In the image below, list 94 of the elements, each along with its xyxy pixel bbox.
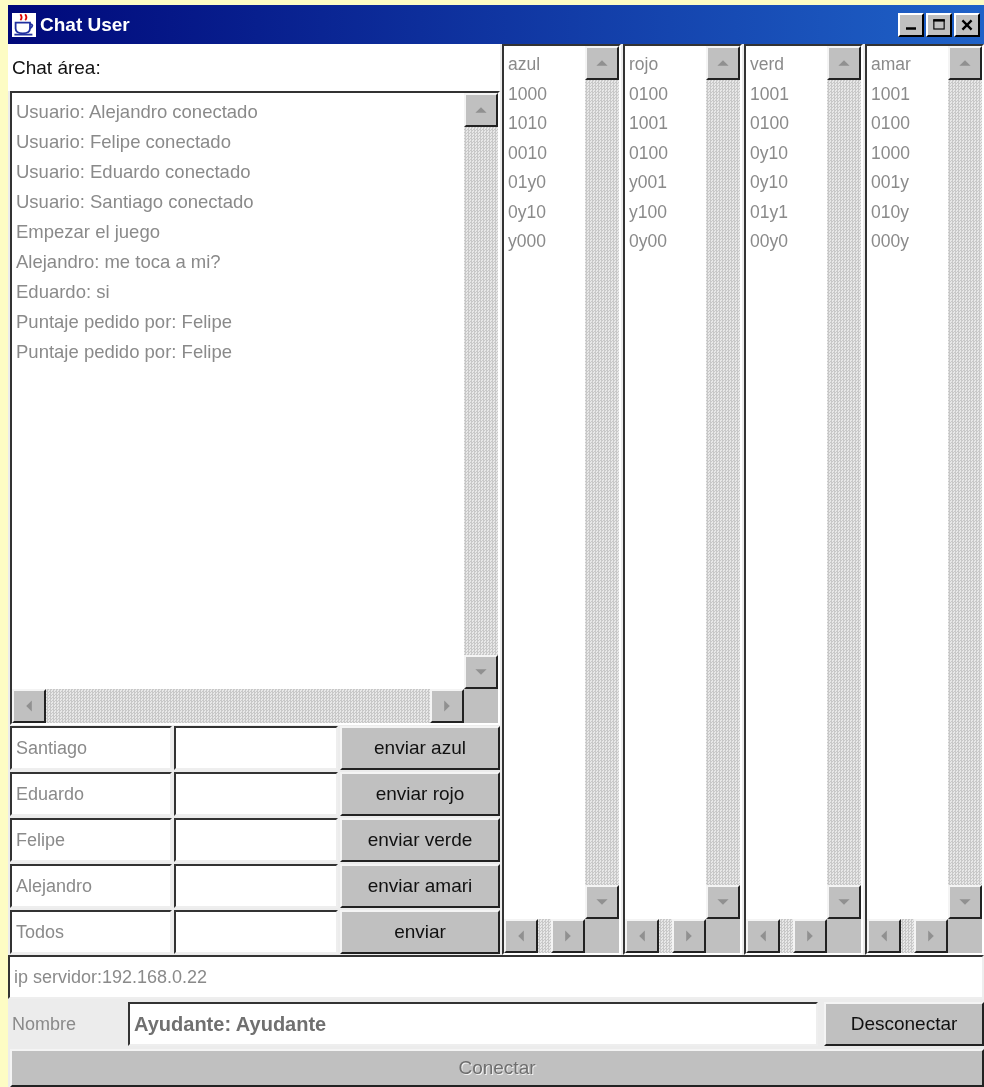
scroll-left-button[interactable] bbox=[867, 919, 901, 953]
chat-message: Eduardo: si bbox=[16, 280, 111, 304]
list-value: y100 bbox=[629, 200, 668, 224]
name-label: Nombre bbox=[12, 1013, 78, 1035]
scroll-up-button[interactable] bbox=[948, 46, 982, 80]
chat-area-label: Chat área: bbox=[12, 56, 101, 79]
message-input[interactable] bbox=[174, 864, 338, 908]
list-header: azul bbox=[508, 53, 542, 76]
player-name-field[interactable]: Felipe bbox=[10, 818, 172, 862]
list-value: 0010 bbox=[508, 141, 548, 165]
list-value: 000y bbox=[871, 230, 910, 253]
maximize-button[interactable] bbox=[926, 12, 952, 37]
list-value: 01y0 bbox=[508, 171, 547, 194]
maximize-icon bbox=[931, 17, 947, 32]
scroll-down-button[interactable] bbox=[948, 885, 982, 919]
list-value: 1010 bbox=[508, 112, 548, 135]
chat-message: Usuario: Eduardo conectado bbox=[16, 160, 252, 184]
player-name-field[interactable]: Santiago bbox=[10, 726, 172, 770]
scrollbar-track[interactable] bbox=[901, 919, 914, 953]
send-button[interactable]: enviar verde bbox=[340, 818, 500, 862]
scroll-left-button[interactable] bbox=[625, 919, 659, 953]
list-value: 1000 bbox=[508, 82, 548, 106]
list-value: 01y1 bbox=[750, 200, 789, 224]
send-button[interactable]: enviar amari bbox=[340, 864, 500, 908]
list-value: 0y10 bbox=[750, 171, 789, 194]
message-input[interactable] bbox=[174, 910, 338, 954]
disconnect-button[interactable]: Desconectar bbox=[824, 1002, 984, 1046]
scroll-up-button[interactable] bbox=[706, 46, 740, 80]
scroll-up-button[interactable] bbox=[585, 46, 619, 80]
scrollbar-corner bbox=[706, 919, 740, 953]
list-value: 1001 bbox=[629, 112, 669, 135]
chat-message: Usuario: Santiago conectado bbox=[16, 190, 255, 214]
list-value: 0y00 bbox=[629, 230, 668, 253]
scrollbar-track[interactable] bbox=[538, 919, 551, 953]
list-value: 010y bbox=[871, 200, 910, 224]
name-field[interactable]: Ayudante: Ayudante bbox=[128, 1002, 818, 1046]
send-button[interactable]: enviar bbox=[340, 910, 500, 954]
list-header: verd bbox=[750, 53, 786, 76]
close-button[interactable] bbox=[954, 12, 980, 37]
list-value: 001y bbox=[871, 171, 910, 194]
list-value: y000 bbox=[508, 230, 547, 253]
scroll-down-button[interactable] bbox=[827, 885, 861, 919]
scroll-up-button[interactable] bbox=[464, 93, 498, 127]
list-value: 0100 bbox=[871, 112, 911, 135]
list-header: amar bbox=[871, 53, 912, 76]
list-value: 0100 bbox=[629, 141, 669, 165]
scroll-right-button[interactable] bbox=[793, 919, 827, 953]
scroll-down-button[interactable] bbox=[706, 885, 740, 919]
list-value: 1001 bbox=[871, 82, 911, 106]
message-input[interactable] bbox=[174, 726, 338, 770]
scroll-down-button[interactable] bbox=[464, 655, 498, 689]
scroll-left-button[interactable] bbox=[504, 919, 538, 953]
list-value: 0100 bbox=[629, 82, 669, 106]
player-name-field[interactable]: Eduardo bbox=[10, 772, 172, 816]
list-value: 1001 bbox=[750, 82, 790, 106]
list-value: 0100 bbox=[750, 112, 790, 135]
chat-message: Empezar el juego bbox=[16, 220, 161, 244]
message-input[interactable] bbox=[174, 818, 338, 862]
scroll-left-button[interactable] bbox=[746, 919, 780, 953]
send-button[interactable]: enviar rojo bbox=[340, 772, 500, 816]
server-ip-field[interactable]: ip servidor:192.168.0.22 bbox=[8, 955, 984, 999]
scrollbar-corner bbox=[948, 919, 982, 953]
list-value: 00y0 bbox=[750, 230, 789, 253]
send-button[interactable]: enviar azul bbox=[340, 726, 500, 770]
scroll-right-button[interactable] bbox=[672, 919, 706, 953]
close-icon bbox=[959, 17, 975, 32]
chat-message: Puntaje pedido por: Felipe bbox=[16, 340, 233, 364]
minimize-icon bbox=[906, 27, 916, 30]
chat-message: Puntaje pedido por: Felipe bbox=[16, 310, 233, 334]
list-value: y001 bbox=[629, 171, 668, 194]
chat-message: Alejandro: me toca a mi? bbox=[16, 250, 222, 274]
scroll-left-button[interactable] bbox=[12, 689, 46, 723]
scrollbar-track[interactable] bbox=[659, 919, 672, 953]
chat-message: Usuario: Alejandro conectado bbox=[16, 100, 259, 124]
list-value: 0y10 bbox=[508, 200, 547, 224]
minimize-button[interactable] bbox=[898, 12, 924, 37]
scrollbar-corner bbox=[585, 919, 619, 953]
list-value: 0y10 bbox=[750, 141, 789, 165]
list-value: 1000 bbox=[871, 141, 911, 165]
scroll-right-button[interactable] bbox=[914, 919, 948, 953]
cup-icon bbox=[12, 12, 36, 37]
scroll-right-button[interactable] bbox=[430, 689, 464, 723]
scrollbar-corner bbox=[464, 689, 498, 723]
player-name-field[interactable]: Todos bbox=[10, 910, 172, 954]
chat-message: Usuario: Felipe conectado bbox=[16, 130, 232, 154]
scrollbar-track[interactable] bbox=[780, 919, 793, 953]
scroll-up-button[interactable] bbox=[827, 46, 861, 80]
message-input[interactable] bbox=[174, 772, 338, 816]
scrollbar-corner bbox=[827, 919, 861, 953]
window-title: Chat User bbox=[40, 13, 131, 36]
player-name-field[interactable]: Alejandro bbox=[10, 864, 172, 908]
scroll-down-button[interactable] bbox=[585, 885, 619, 919]
scroll-right-button[interactable] bbox=[551, 919, 585, 953]
list-header: rojo bbox=[629, 53, 660, 76]
